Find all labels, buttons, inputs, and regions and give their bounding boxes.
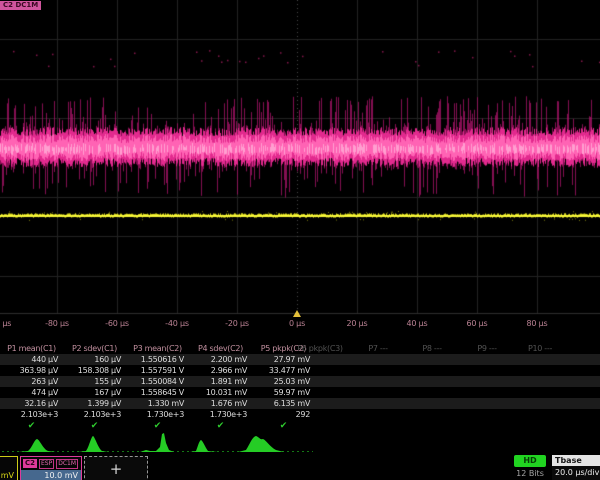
measure-row: 2.103e+32.103e+31.730e+31.730e+3292 bbox=[0, 409, 600, 420]
measure-header-p10[interactable]: P10 --- bbox=[528, 343, 552, 354]
measure-value: 440 µV bbox=[0, 354, 63, 365]
waveform-display[interactable] bbox=[0, 0, 600, 316]
measure-value: 474 µV bbox=[0, 387, 63, 398]
timebase-title: Tbase bbox=[552, 455, 600, 466]
measurement-table: P1 mean(C1)P2 sdev(C1)P3 mean(C2)P4 sdev… bbox=[0, 343, 600, 431]
hd-mode-badge: HD bbox=[514, 455, 546, 467]
time-axis-label: 80 µs bbox=[527, 319, 548, 328]
channel-c1-descriptor[interactable]: C1 DC1M 10.0 mV bbox=[0, 456, 18, 480]
measure-value: 2.103e+3 bbox=[0, 409, 63, 420]
c2-label: C2 bbox=[23, 459, 37, 468]
measure-header-p4[interactable]: P4 sdev(C2) bbox=[189, 343, 252, 354]
trigger-position-icon[interactable] bbox=[293, 310, 301, 317]
trace-label-badge: C2 DC1M bbox=[0, 1, 41, 10]
measure-header-p8[interactable]: P8 --- bbox=[422, 343, 441, 354]
oscilloscope-screen: C2 DC1M -100 µs -80 µs -60 µs -40 µs -20 µs 0… bbox=[0, 0, 600, 480]
time-axis-label: 20 µs bbox=[347, 319, 368, 328]
measure-header-p3[interactable]: P3 mean(C2) bbox=[126, 343, 189, 354]
time-axis-label: -40 µs bbox=[165, 319, 189, 328]
measure-value: 59.97 mV bbox=[252, 387, 315, 398]
measure-value: 155 µV bbox=[63, 376, 126, 387]
measure-row: 363.98 µV158.308 µV1.557591 V2.966 mV33.… bbox=[0, 365, 600, 376]
histicon-p5[interactable] bbox=[238, 436, 284, 452]
time-axis-label: -100 µs bbox=[0, 319, 11, 328]
measure-header-p7[interactable]: P7 --- bbox=[368, 343, 387, 354]
measure-value: 10.031 mV bbox=[189, 387, 252, 398]
time-axis-label: 60 µs bbox=[467, 319, 488, 328]
measure-value: 32.16 µV bbox=[0, 398, 63, 409]
measure-value: 1.730e+3 bbox=[189, 409, 252, 420]
measure-header-p1[interactable]: P1 mean(C1) bbox=[0, 343, 63, 354]
time-axis-label: -20 µs bbox=[225, 319, 249, 328]
measure-row: 32.16 µV1.399 µV1.330 mV1.676 mV6.135 mV bbox=[0, 398, 600, 409]
histicon-strip[interactable] bbox=[0, 431, 320, 455]
measure-value: 263 µV bbox=[0, 376, 63, 387]
time-axis-label: -60 µs bbox=[105, 319, 129, 328]
measure-header-p2[interactable]: P2 sdev(C1) bbox=[63, 343, 126, 354]
histicon-p4[interactable] bbox=[190, 440, 218, 452]
measure-row: 263 µV155 µV1.550084 V1.891 mV25.03 mV bbox=[0, 376, 600, 387]
measure-value: 1.557591 V bbox=[126, 365, 189, 376]
measure-value: 167 µV bbox=[63, 387, 126, 398]
measure-value: 363.98 µV bbox=[0, 365, 63, 376]
time-axis-label: -80 µs bbox=[45, 319, 69, 328]
measure-value: 1.730e+3 bbox=[126, 409, 189, 420]
measure-value: 1.330 mV bbox=[126, 398, 189, 409]
measure-value: 1.891 mV bbox=[189, 376, 252, 387]
measure-row: 440 µV160 µV1.550616 V2.200 mV27.97 mV bbox=[0, 354, 600, 365]
measure-value: 1.399 µV bbox=[63, 398, 126, 409]
measure-value: 1.676 mV bbox=[189, 398, 252, 409]
measure-value: 2.200 mV bbox=[189, 354, 252, 365]
histicon-p3[interactable] bbox=[140, 433, 174, 452]
resolution-bits-label: 12 Bits bbox=[510, 469, 550, 478]
c2-coupling-badge: DC1M bbox=[56, 459, 78, 469]
measure-value: 1.550616 V bbox=[126, 354, 189, 365]
histicon-p2[interactable] bbox=[78, 436, 108, 452]
add-trace-button[interactable]: + bbox=[84, 456, 148, 480]
measure-value: 25.03 mV bbox=[252, 376, 315, 387]
timebase-value: 20.0 µs/div bbox=[552, 466, 600, 479]
measure-row: 474 µV167 µV1.558645 V10.031 mV59.97 mV bbox=[0, 387, 600, 398]
measure-value: 2.966 mV bbox=[189, 365, 252, 376]
measure-value: 33.477 mV bbox=[252, 365, 315, 376]
measure-value: 1.558645 V bbox=[126, 387, 189, 398]
histicon-p1[interactable] bbox=[18, 439, 56, 452]
measure-value: 27.97 mV bbox=[252, 354, 315, 365]
measure-header-p6[interactable]: P6 pkpk(C3) bbox=[297, 343, 343, 354]
c2-esp-badge: ESP bbox=[39, 459, 54, 469]
c1-scale-value: 10.0 mV bbox=[0, 470, 17, 480]
measure-value: 292 bbox=[252, 409, 315, 420]
time-axis-label: 0 µs bbox=[289, 319, 305, 328]
measure-header-p9[interactable]: P9 --- bbox=[477, 343, 496, 354]
time-axis-label: 40 µs bbox=[407, 319, 428, 328]
timebase-descriptor[interactable]: Tbase 20.0 µs/div bbox=[552, 455, 600, 480]
measure-value: 1.550084 V bbox=[126, 376, 189, 387]
measure-value: 6.135 mV bbox=[252, 398, 315, 409]
measure-value: 160 µV bbox=[63, 354, 126, 365]
channel-c2-descriptor[interactable]: C2 ESP DC1M 10.0 mV bbox=[20, 456, 82, 480]
measure-value: 2.103e+3 bbox=[63, 409, 126, 420]
measure-value: 158.308 µV bbox=[63, 365, 126, 376]
c2-scale-value: 10.0 mV bbox=[21, 470, 81, 480]
